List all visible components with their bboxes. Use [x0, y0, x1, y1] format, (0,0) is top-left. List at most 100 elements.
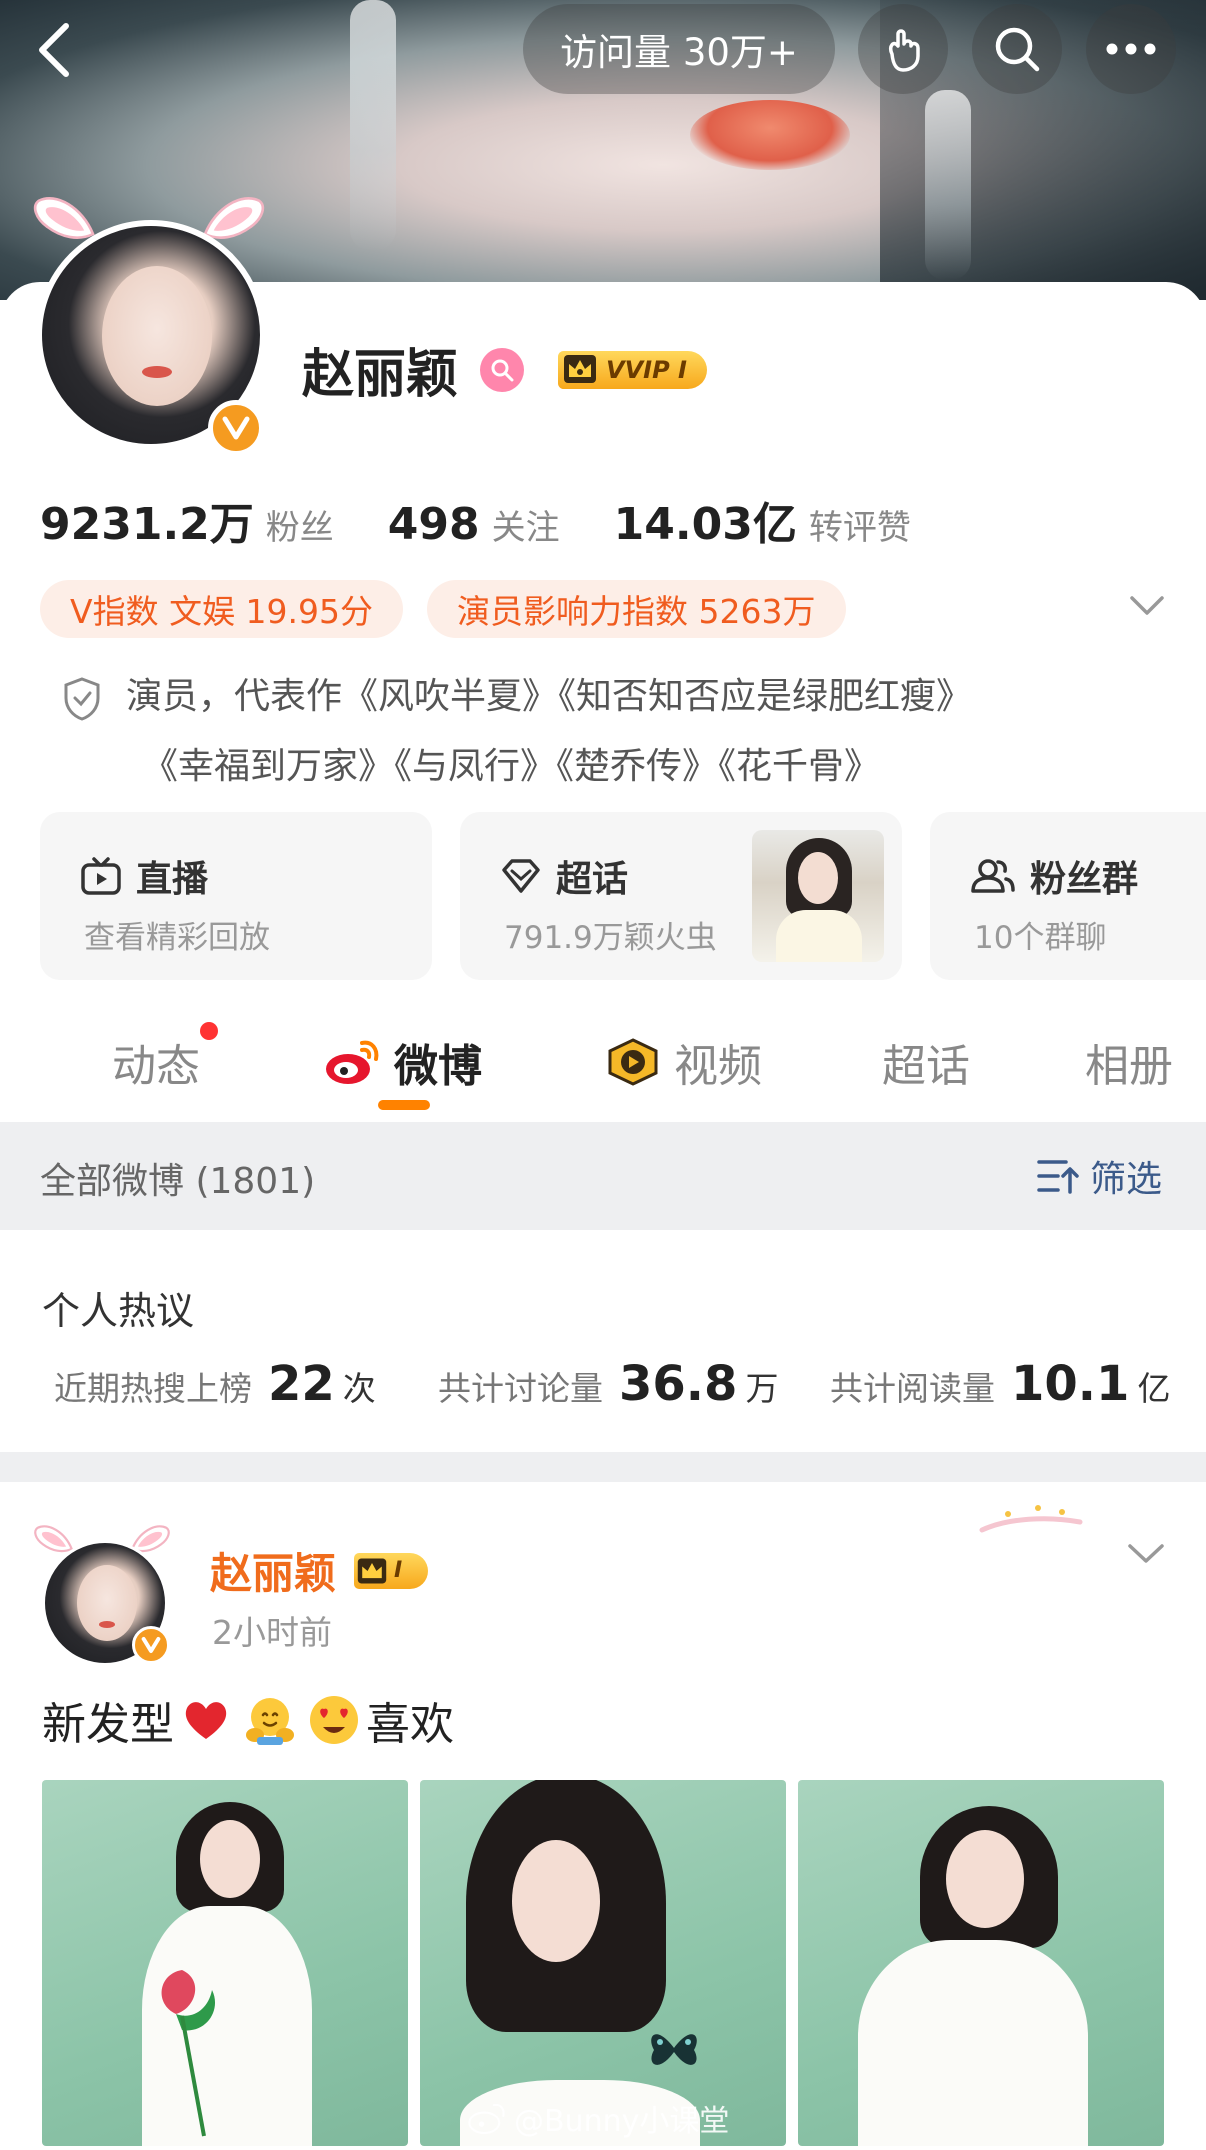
tab-weibo-label: 微博 — [394, 1041, 482, 1092]
fans-group-title: 粉丝群 — [1030, 859, 1139, 900]
more-button[interactable] — [1086, 4, 1176, 94]
watermark-text: @Bunny小课堂 — [514, 2104, 730, 2139]
flower-icon — [161, 1970, 216, 2137]
fans-group-subtitle: 10个群聊 — [974, 920, 1107, 956]
super-subtitle: 791.9万颖火虫 — [504, 920, 717, 956]
personal-hot-discussion[interactable]: 个人热议 近期热搜上榜 22 次 共计讨论量 36.8 万 共计阅读量 10.1… — [0, 1230, 1206, 1452]
post-text: 新发型 喜欢 — [42, 1688, 454, 1752]
profile-tags: V指数 文娱 19.95分 演员影响力指数 5263万 — [40, 580, 870, 638]
interact-button[interactable] — [858, 4, 948, 94]
hot-stat-label: 共计讨论量 — [438, 1369, 603, 1408]
tab-album[interactable]: 相册 — [1085, 1030, 1173, 1094]
weibo-logo-icon — [326, 1040, 379, 1084]
back-button[interactable] — [24, 8, 84, 92]
post-timestamp: 2小时前 — [212, 1613, 332, 1652]
hot-stat-value: 10.1 — [1011, 1356, 1130, 1412]
watermark: @Bunny小课堂 — [466, 2096, 729, 2140]
search-button[interactable] — [972, 4, 1062, 94]
following-label[interactable]: 关注 — [492, 500, 560, 549]
banner-earring — [350, 0, 396, 250]
vvip-label: VVIP I — [606, 355, 687, 384]
post-author-name: 赵丽颖 — [210, 1549, 337, 1598]
tab-weibo[interactable]: 微博 — [322, 1030, 482, 1094]
v-index-tag[interactable]: V指数 文娱 19.95分 — [40, 580, 404, 638]
tab-album-label: 相册 — [1085, 1041, 1173, 1092]
vvip-badge[interactable]: VVIP I — [558, 348, 707, 392]
post-image[interactable] — [420, 1780, 786, 2146]
likes-label: 转评赞 — [808, 508, 911, 548]
active-tab-indicator — [378, 1100, 430, 1110]
tab-super-label: 超话 — [882, 1041, 970, 1092]
profile-stats: 9231.2万 粉丝 498 关注 14.03亿 转评赞 — [40, 488, 911, 552]
notification-dot — [200, 1022, 218, 1040]
actor-influence-tag[interactable]: 演员影响力指数 5263万 — [427, 580, 846, 638]
crown-icon — [357, 1558, 387, 1583]
visits-counter[interactable]: 访问量 30万+ — [523, 4, 835, 94]
tab-video[interactable]: 视频 — [604, 1030, 762, 1094]
banner-lips — [690, 100, 850, 170]
back-icon — [39, 23, 69, 77]
verified-v-icon — [222, 416, 250, 440]
banner-earring — [925, 90, 971, 280]
avatar-face — [77, 1565, 137, 1641]
group-icon — [971, 859, 1015, 893]
decoration-sparkle-icon — [979, 1505, 1083, 1533]
chevron-down-icon[interactable] — [1126, 1542, 1166, 1566]
tab-dynamic[interactable]: 动态 — [112, 1030, 200, 1094]
post-image[interactable] — [798, 1780, 1164, 2146]
feature-cards: 直播 查看精彩回放 超话 791.9万颖火虫 粉丝群 10个群聊 — [40, 812, 1206, 980]
shield-icon — [64, 677, 100, 721]
tab-super-topic[interactable]: 超话 — [882, 1030, 970, 1094]
profile-name-row: 赵丽颖 VVIP I — [302, 332, 707, 407]
hot-stat-unit: 次 — [342, 1369, 376, 1408]
post-author-row[interactable]: 赵丽颖 I — [210, 1540, 429, 1601]
weibo-post[interactable]: 赵丽颖 I 2小时前 新发型 喜欢 — [0, 1482, 1206, 2150]
fans-label[interactable]: 粉丝 — [266, 500, 334, 549]
weibo-logo-icon — [468, 2103, 505, 2134]
filter-icon — [1037, 1160, 1079, 1194]
tab-video-label: 视频 — [674, 1041, 762, 1092]
following-count[interactable]: 498 — [388, 499, 480, 550]
live-title: 直播 — [136, 859, 209, 900]
hot-stat-unit: 亿 — [1137, 1369, 1171, 1408]
super-title: 超话 — [556, 859, 629, 900]
super-topic-card[interactable]: 超话 791.9万颖火虫 — [460, 812, 902, 980]
heart-eyes-face-icon — [306, 1692, 362, 1748]
likes-count: 14.03亿 — [613, 499, 797, 550]
post-avatar-container[interactable] — [34, 1522, 170, 1666]
profile-name: 赵丽颖 — [302, 345, 459, 405]
crown-icon — [564, 354, 597, 383]
live-subtitle: 查看精彩回放 — [84, 920, 270, 956]
female-icon — [480, 347, 525, 392]
diamond-icon — [502, 859, 540, 893]
verified-badge — [132, 1626, 170, 1664]
filter-bar: 全部微博 (1801) 筛选 — [0, 1122, 1206, 1230]
filter-button[interactable]: 筛选 — [1036, 1150, 1162, 1202]
live-card[interactable]: 直播 查看精彩回放 — [40, 812, 432, 980]
chevron-down-icon[interactable] — [1128, 594, 1166, 618]
avatar-mouth — [99, 1621, 115, 1628]
post-vip-badge: I — [354, 1552, 429, 1589]
fan-group-card[interactable]: 粉丝群 10个群聊 — [930, 812, 1206, 980]
post-image[interactable] — [42, 1780, 408, 2146]
hot-stat-reads: 共计阅读量 10.1 亿 — [830, 1356, 1170, 1412]
avatar-face — [102, 266, 212, 406]
avatar-mouth — [142, 366, 172, 378]
profile-tabs: 动态 微博 视频 超话 相册 — [0, 1010, 1206, 1120]
hot-stat-value: 22 — [268, 1356, 335, 1412]
profile-bio: 演员，代表作《风吹半夏》《知否知否应是绿肥红瘦》 《幸福到万家》《与凤行》《楚乔… — [62, 662, 1162, 802]
bio-line: 《幸福到万家》《与凤行》《楚乔传》《花千骨》 — [142, 746, 881, 787]
tv-icon — [81, 857, 121, 895]
hot-stat-unit: 万 — [745, 1369, 779, 1408]
hot-stat-discussion: 共计讨论量 36.8 万 — [438, 1356, 778, 1412]
section-divider — [0, 1452, 1206, 1482]
search-icon — [995, 27, 1040, 72]
hot-title: 个人热议 — [42, 1289, 195, 1333]
verified-v-icon — [141, 1637, 161, 1653]
post-text-before: 新发型 — [42, 1699, 174, 1750]
video-play-icon — [608, 1038, 658, 1086]
fans-count[interactable]: 9231.2万 — [40, 488, 254, 552]
post-images — [42, 1780, 1176, 2146]
tab-dynamic-label: 动态 — [112, 1041, 200, 1092]
more-icon — [1106, 43, 1156, 55]
